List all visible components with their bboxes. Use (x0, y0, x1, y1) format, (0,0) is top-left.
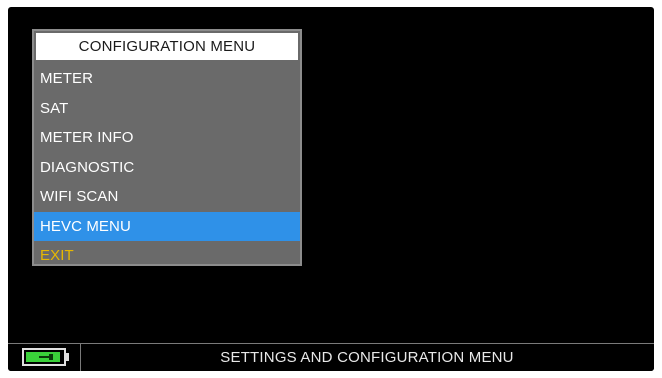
menu-item-exit[interactable]: EXIT (34, 241, 300, 271)
menu-title: CONFIGURATION MENU (36, 33, 298, 60)
battery-charging-icon (22, 348, 66, 366)
menu-item-hevc-menu[interactable]: HEVC MENU (34, 211, 300, 241)
battery-tip (66, 353, 69, 361)
menu-item-wifi-scan[interactable]: WIFI SCAN (34, 182, 300, 212)
configuration-menu: CONFIGURATION MENU METER SAT METER INFO … (32, 29, 302, 266)
battery-level-fill (26, 352, 60, 362)
menu-item-meter-info[interactable]: METER INFO (34, 123, 300, 153)
menu-list: METER SAT METER INFO DIAGNOSTIC WIFI SCA… (34, 64, 300, 271)
menu-item-meter[interactable]: METER (34, 64, 300, 94)
menu-item-diagnostic[interactable]: DIAGNOSTIC (34, 153, 300, 183)
menu-item-sat[interactable]: SAT (34, 94, 300, 124)
status-bar: SETTINGS AND CONFIGURATION MENU (8, 343, 654, 371)
status-text: SETTINGS AND CONFIGURATION MENU (220, 349, 514, 366)
plug-icon (39, 354, 53, 360)
device-screen: CONFIGURATION MENU METER SAT METER INFO … (8, 7, 654, 371)
